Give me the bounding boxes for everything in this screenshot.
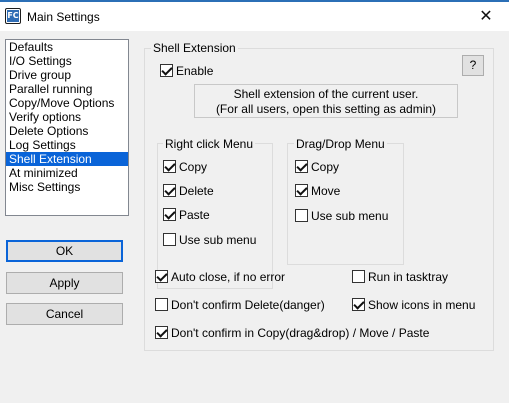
enable-label: Enable <box>176 64 214 78</box>
run-in-tasktray-label: Run in tasktray <box>368 270 449 284</box>
checkbox-box[interactable] <box>160 64 173 77</box>
dd-copy-checkbox[interactable]: Copy <box>295 159 339 175</box>
checkbox-box[interactable] <box>163 184 176 197</box>
checkbox-box[interactable] <box>295 209 308 222</box>
rc-use-sub-menu-checkbox[interactable]: Use sub menu <box>163 232 256 248</box>
checkbox-box[interactable] <box>352 298 365 311</box>
checkbox-box[interactable] <box>155 270 168 283</box>
checkbox-box[interactable] <box>155 326 168 339</box>
run-in-tasktray-checkbox[interactable]: Run in tasktray <box>352 269 448 285</box>
rc-delete-checkbox[interactable]: Delete <box>163 183 214 199</box>
checkbox-box[interactable] <box>155 298 168 311</box>
dd-move-label: Move <box>311 184 341 198</box>
list-item-verify-options[interactable]: Verify options <box>6 110 128 124</box>
list-item-drive-group[interactable]: Drive group <box>6 68 128 82</box>
dont-confirm-copy-checkbox[interactable]: Don't confirm in Copy(drag&drop) / Move … <box>155 325 429 341</box>
app-icon: FC <box>5 8 21 24</box>
list-item-shell-extension[interactable]: Shell Extension <box>6 152 128 166</box>
apply-button[interactable]: Apply <box>6 272 123 294</box>
checkbox-box[interactable] <box>163 233 176 246</box>
enable-checkbox[interactable]: Enable <box>160 63 213 79</box>
ok-button[interactable]: OK <box>6 240 123 262</box>
info-line-1: Shell extension of the current user. <box>233 87 419 101</box>
cancel-button[interactable]: Cancel <box>6 303 123 325</box>
rc-paste-checkbox[interactable]: Paste <box>163 207 210 223</box>
dialog-body: Defaults I/O Settings Drive group Parall… <box>0 31 509 403</box>
list-item-copy-move-options[interactable]: Copy/Move Options <box>6 96 128 110</box>
checkbox-box[interactable] <box>163 208 176 221</box>
info-message-box: Shell extension of the current user. (Fo… <box>194 84 458 118</box>
dont-confirm-delete-checkbox[interactable]: Don't confirm Delete(danger) <box>155 297 325 313</box>
drag-drop-menu-title: Drag/Drop Menu <box>294 137 387 151</box>
auto-close-label: Auto close, if no error <box>171 270 286 284</box>
list-item-misc-settings[interactable]: Misc Settings <box>6 180 128 194</box>
list-item-delete-options[interactable]: Delete Options <box>6 124 128 138</box>
close-icon[interactable]: ✕ <box>463 2 509 31</box>
rc-copy-checkbox[interactable]: Copy <box>163 159 207 175</box>
dont-confirm-copy-label: Don't confirm in Copy(drag&drop) / Move … <box>171 326 430 340</box>
shell-extension-group-title: Shell Extension <box>151 41 238 55</box>
rc-use-sub-menu-label: Use sub menu <box>179 233 257 247</box>
checkbox-box[interactable] <box>295 160 308 173</box>
right-click-menu-title: Right click Menu <box>163 137 256 151</box>
list-item-defaults[interactable]: Defaults <box>6 40 128 54</box>
dont-confirm-delete-label: Don't confirm Delete(danger) <box>171 298 325 312</box>
list-item-parallel-running[interactable]: Parallel running <box>6 82 128 96</box>
app-icon-text: FC <box>7 11 19 20</box>
auto-close-checkbox[interactable]: Auto close, if no error <box>155 269 285 285</box>
dd-move-checkbox[interactable]: Move <box>295 183 340 199</box>
list-item-log-settings[interactable]: Log Settings <box>6 138 128 152</box>
help-button[interactable]: ? <box>462 55 484 76</box>
checkbox-box[interactable] <box>295 184 308 197</box>
dd-copy-label: Copy <box>311 160 340 174</box>
rc-paste-label: Paste <box>179 208 210 222</box>
list-item-io-settings[interactable]: I/O Settings <box>6 54 128 68</box>
show-icons-in-menu-checkbox[interactable]: Show icons in menu <box>352 297 475 313</box>
checkbox-box[interactable] <box>163 160 176 173</box>
dd-use-sub-menu-checkbox[interactable]: Use sub menu <box>295 208 388 224</box>
show-icons-in-menu-label: Show icons in menu <box>368 298 476 312</box>
list-item-at-minimized[interactable]: At minimized <box>6 166 128 180</box>
settings-category-list[interactable]: Defaults I/O Settings Drive group Parall… <box>5 39 129 216</box>
rc-delete-label: Delete <box>179 184 214 198</box>
title-bar: FC Main Settings ✕ <box>0 0 509 31</box>
rc-copy-label: Copy <box>179 160 208 174</box>
dd-use-sub-menu-label: Use sub menu <box>311 209 389 223</box>
checkbox-box[interactable] <box>352 270 365 283</box>
window-title: Main Settings <box>27 10 100 24</box>
info-line-2: (For all users, open this setting as adm… <box>215 102 437 116</box>
